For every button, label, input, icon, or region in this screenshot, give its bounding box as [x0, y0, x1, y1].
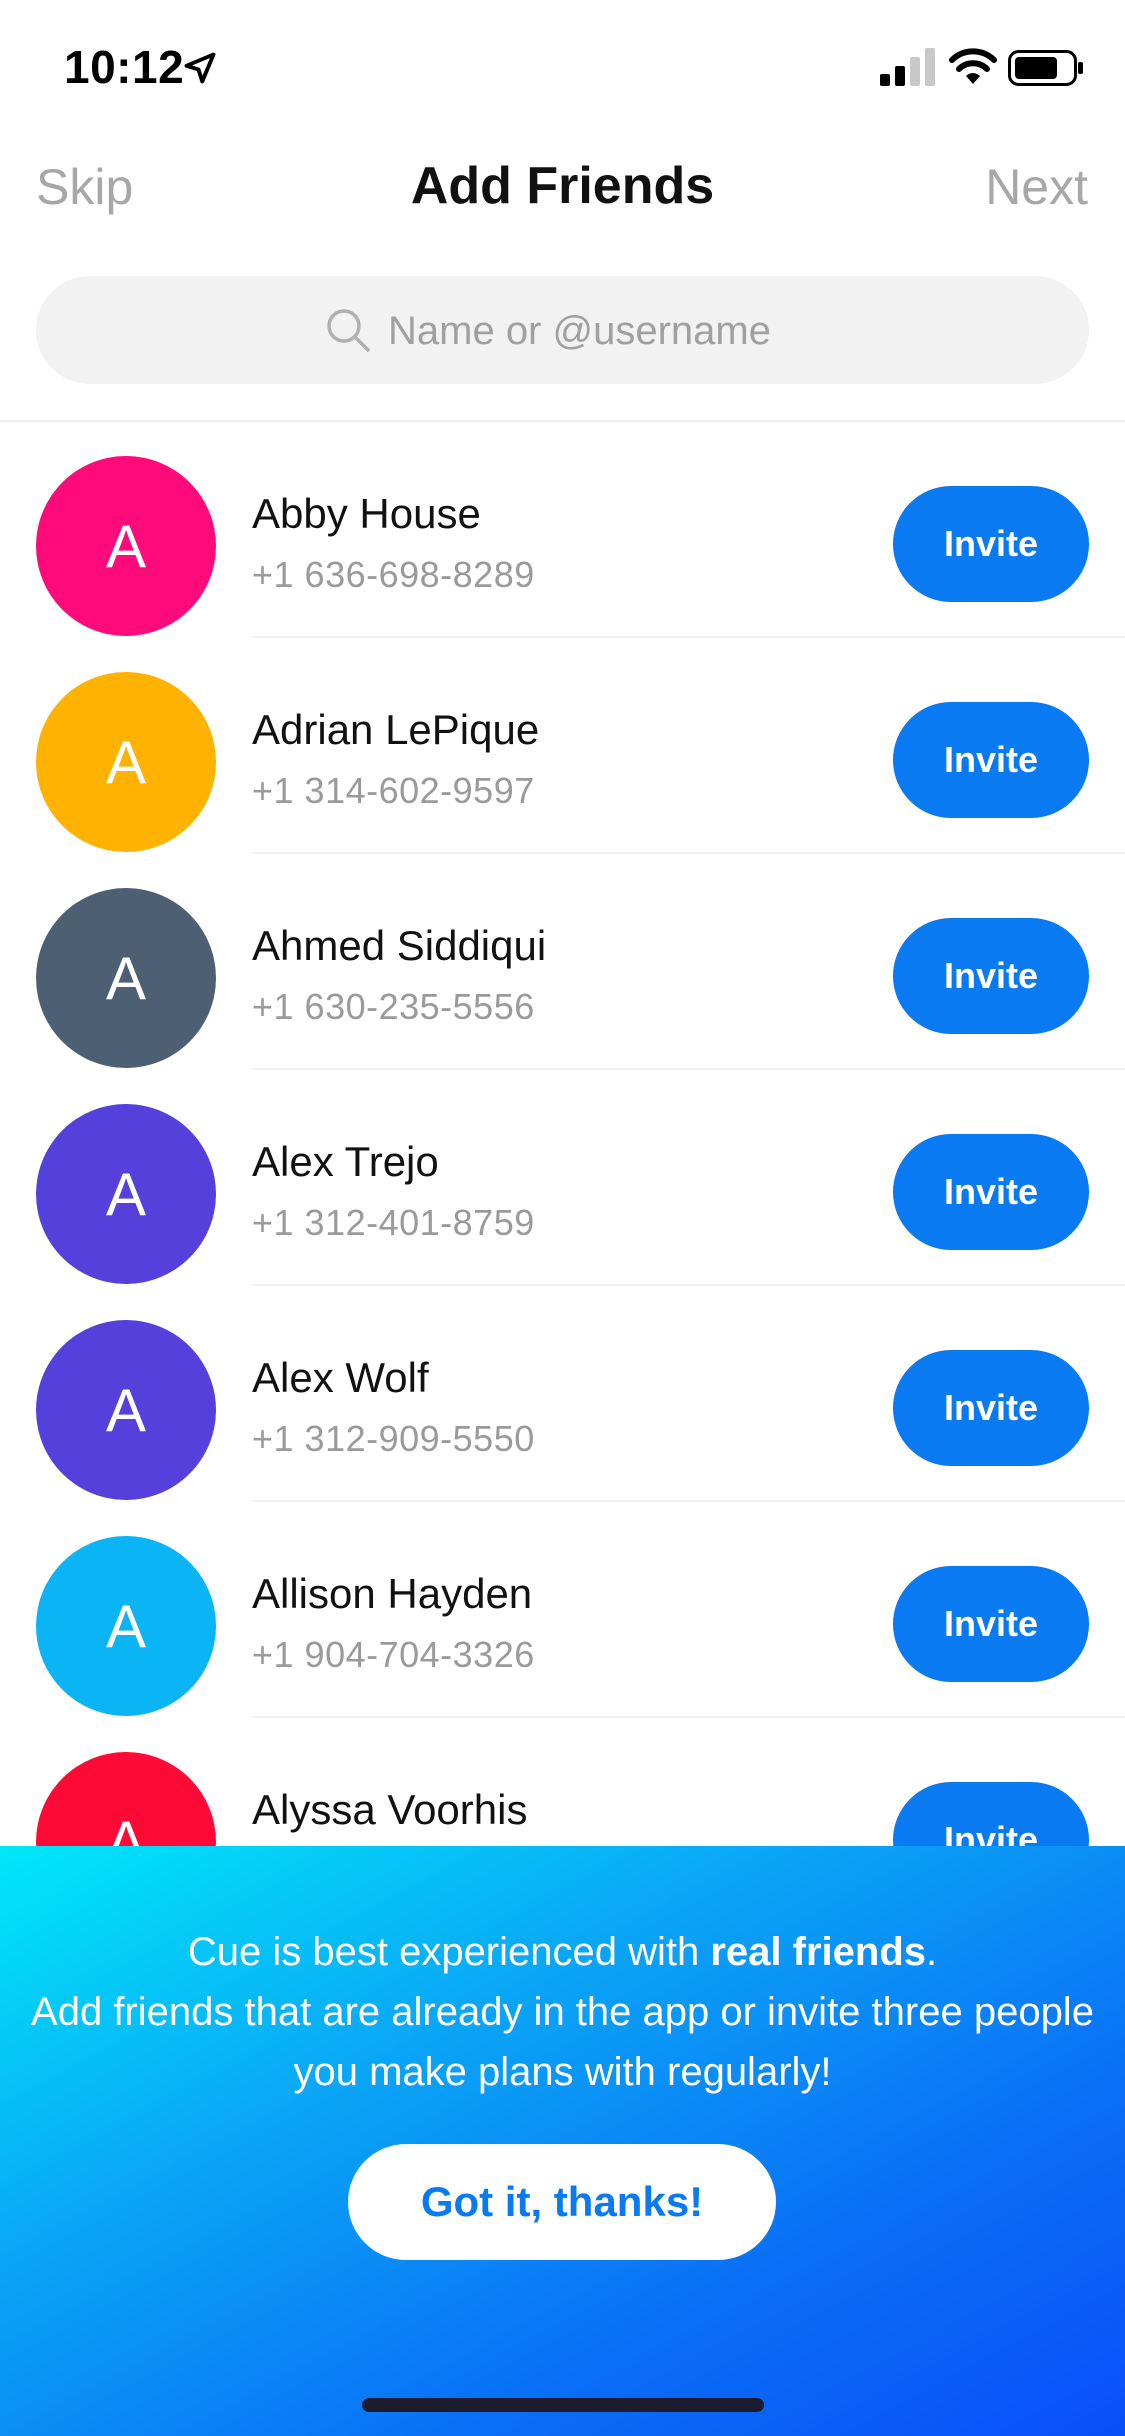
contact-phone: +1 314-602-9597	[252, 770, 535, 811]
wifi-icon	[949, 48, 997, 84]
skip-button[interactable]: Skip	[36, 158, 133, 216]
contact-name: Allison Hayden	[252, 1570, 533, 1617]
contact-phone: +1 636-698-8289	[252, 554, 535, 595]
invite-button[interactable]: Invite	[893, 918, 1089, 1034]
contact-row: A Abby House +1 636-698-8289 Invite	[0, 422, 1125, 638]
contact-name: Alex Wolf	[252, 1354, 429, 1401]
location-arrow-icon	[184, 52, 216, 84]
contact-phone: +1 312-401-8759	[252, 1202, 535, 1243]
avatar: A	[36, 1536, 216, 1716]
home-indicator[interactable]	[362, 2398, 764, 2412]
next-button[interactable]: Next	[985, 158, 1088, 216]
search-input[interactable]	[386, 296, 990, 366]
battery-icon	[1008, 50, 1083, 86]
contact-phone: +1 312-909-5550	[252, 1418, 535, 1459]
banner-line2: Add friends that are already in the app …	[31, 1990, 1094, 2094]
page-title: Add Friends	[410, 157, 715, 215]
invite-button[interactable]: Invite	[893, 1350, 1089, 1466]
avatar: A	[36, 1320, 216, 1500]
avatar: A	[36, 1104, 216, 1284]
contact-name: Abby House	[252, 490, 481, 537]
contact-row: A Alex Wolf +1 312-909-5550 Invite	[0, 1286, 1125, 1502]
status-time: 10:12	[64, 41, 185, 93]
invite-button[interactable]: Invite	[893, 1134, 1089, 1250]
contact-name: Alyssa Voorhis	[252, 1786, 528, 1833]
avatar: A	[36, 672, 216, 852]
contact-name: Adrian LePique	[252, 706, 540, 753]
avatar: A	[36, 456, 216, 636]
banner-line1-prefix: Cue is best experienced with	[187, 1930, 711, 1974]
contact-row: A Ahmed Siddiqui +1 630-235-5556 Invite	[0, 854, 1125, 1070]
invite-button[interactable]: Invite	[893, 702, 1089, 818]
invite-button[interactable]: Invite	[893, 1566, 1089, 1682]
contact-name: Ahmed Siddiqui	[252, 922, 547, 969]
contact-row: A Adrian LePique +1 314-602-9597 Invite	[0, 638, 1125, 854]
onboarding-banner: Cue is best experienced with real friend…	[0, 1846, 1125, 2436]
banner-line1-bold: real friends	[710, 1930, 927, 1974]
contact-name: Alex Trejo	[252, 1138, 439, 1185]
search-icon	[327, 309, 370, 352]
search-bar[interactable]	[36, 276, 1089, 384]
got-it-button[interactable]: Got it, thanks!	[348, 2144, 776, 2260]
banner-message: Cue is best experienced with real friend…	[30, 1922, 1095, 2102]
contact-row: A Alex Trejo +1 312-401-8759 Invite	[0, 1070, 1125, 1286]
contact-list: A Abby House +1 636-698-8289 Invite A Ad…	[0, 422, 1125, 1934]
banner-line1-suffix: .	[926, 1930, 938, 1974]
invite-button[interactable]: Invite	[893, 486, 1089, 602]
contact-phone: +1 630-235-5556	[252, 986, 535, 1027]
status-bar: 10:12	[0, 0, 1125, 135]
avatar: A	[36, 888, 216, 1068]
signal-icon	[880, 48, 935, 86]
contact-phone: +1 904-704-3326	[252, 1634, 535, 1675]
contact-row: A Allison Hayden +1 904-704-3326 Invite	[0, 1502, 1125, 1718]
